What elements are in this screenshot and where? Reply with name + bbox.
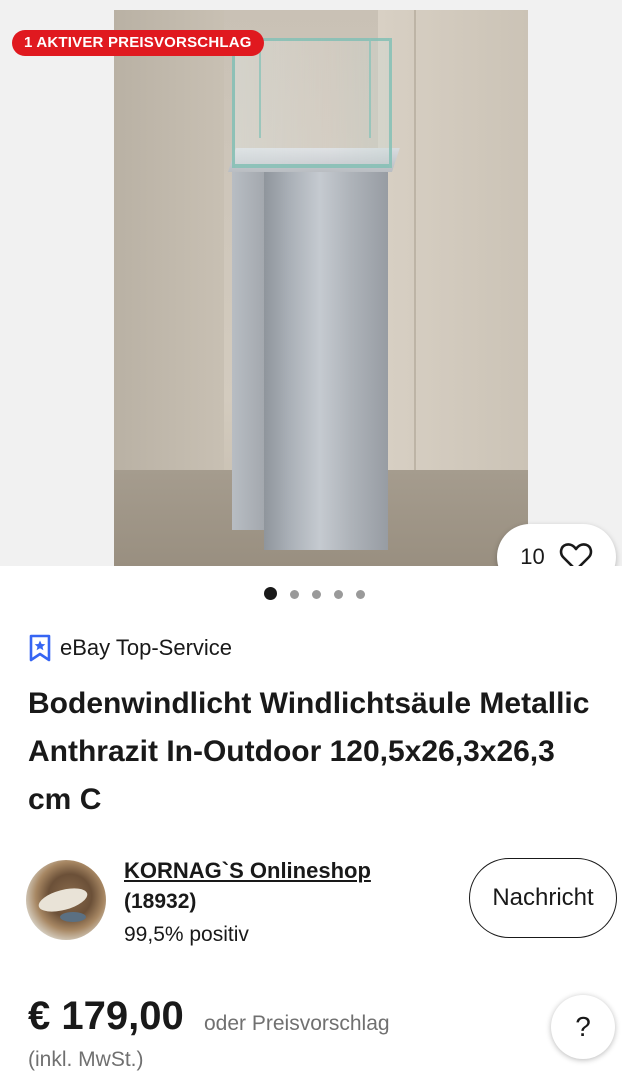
pagination-dot[interactable] [334,590,343,599]
seller-rating: 99,5% positiv [124,923,249,946]
heart-icon [559,543,592,566]
pagination-dot[interactable] [290,590,299,599]
pagination-dot-active[interactable] [264,587,277,600]
price-offer-note: oder Preisvorschlag [204,1012,390,1035]
image-gallery[interactable]: 1 AKTIVER PREISVORSCHLAG 10 [0,0,622,566]
message-seller-button[interactable]: Nachricht [469,858,617,938]
pagination-dot[interactable] [312,590,321,599]
top-service-row: eBay Top-Service [28,634,232,662]
product-photo[interactable] [114,10,528,566]
photo-wall-right [378,10,528,480]
pagination-dot[interactable] [356,590,365,599]
price-tax-note: (inkl. MwSt.) [28,1048,144,1071]
glass-lantern [232,38,392,168]
active-offer-badge: 1 AKTIVER PREISVORSCHLAG [12,30,264,56]
top-service-badge-icon [29,634,51,662]
avatar-detail [60,912,86,922]
price-amount: € 179,00 [28,994,184,1038]
watch-button[interactable]: 10 [497,524,616,566]
top-service-label: eBay Top-Service [60,635,233,660]
seller-card: KORNAG`S Onlineshop (18932) 99,5% positi… [26,858,617,948]
seller-name-link[interactable]: KORNAG`S Onlineshop [124,858,371,884]
watch-count: 10 [520,544,545,566]
photo-wall-left [114,10,224,480]
pillar-front [264,170,388,550]
listing-title: Bodenwindlicht Windlichtsäule Metallic A… [28,687,590,816]
seller-feedback-count: (18932) [124,890,197,913]
glass-lantern-inner [259,38,371,138]
pillar-side [232,160,266,530]
gallery-pagination[interactable] [264,587,365,600]
photo-wall-corner [414,10,416,480]
help-button[interactable]: ? [551,995,615,1059]
avatar-detail [36,883,90,917]
seller-avatar[interactable] [26,860,106,940]
